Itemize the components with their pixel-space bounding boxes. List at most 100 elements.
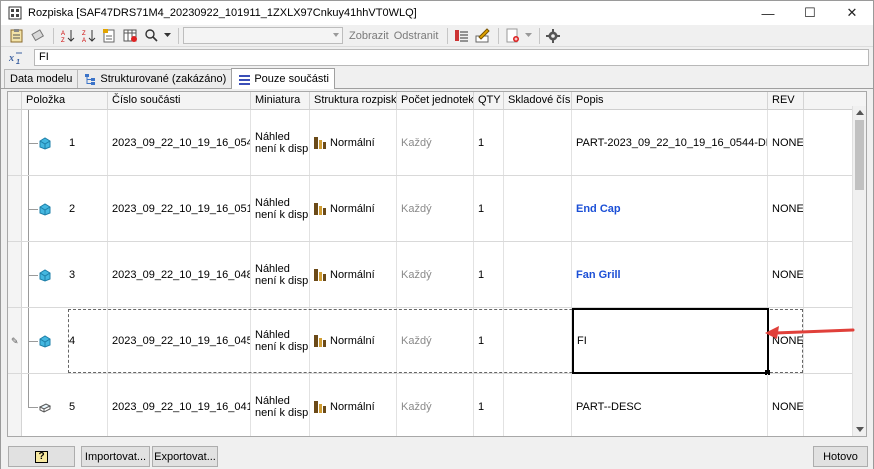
clipboard-icon[interactable]	[7, 27, 25, 45]
close-button[interactable]: ✕	[831, 1, 873, 25]
column-header-description[interactable]: Popis	[572, 92, 768, 110]
export-button[interactable]: Exportovat...	[152, 446, 218, 467]
column-header-revision[interactable]: REV	[768, 92, 804, 110]
list-icon[interactable]	[452, 27, 470, 45]
cell-revision[interactable]: NONE	[768, 242, 804, 307]
cell-stock-number[interactable]	[504, 110, 572, 175]
cell-part-number[interactable]: 2023_09_22_10_19_16_0513	[108, 176, 251, 241]
import-button[interactable]: Importovat...	[81, 446, 150, 467]
cell-bom-structure[interactable]: Normální	[310, 110, 397, 175]
minimize-button[interactable]: —	[747, 1, 789, 25]
cell-unit-qty[interactable]: Každý	[397, 110, 474, 175]
structure-value: Normální	[330, 400, 375, 413]
unit-value: Každý	[401, 202, 432, 215]
chevron-down-icon[interactable]	[524, 27, 532, 45]
column-header-thumbnail[interactable]: Miniatura	[251, 92, 310, 110]
eraser-icon[interactable]	[28, 27, 46, 45]
toolbar-separator	[498, 27, 500, 44]
cell-thumbnail[interactable]: Náhlednení k disp...	[251, 374, 310, 436]
cell-bom-structure[interactable]: Normální	[310, 242, 397, 307]
table-row[interactable]: 1 2023_09_22_10_19_16_0544 Náhled není k di…	[8, 110, 853, 176]
scroll-up-icon[interactable]	[856, 110, 864, 115]
table-export-icon[interactable]	[121, 27, 139, 45]
formula-input[interactable]: FI	[34, 49, 869, 66]
cell-stock-number[interactable]	[504, 374, 572, 436]
vertical-scrollbar[interactable]	[852, 106, 866, 436]
cell-item[interactable]: 2	[22, 176, 108, 241]
cell-revision[interactable]: NONE	[768, 176, 804, 241]
cell-qty[interactable]: 1	[474, 110, 504, 175]
edit-properties-icon[interactable]	[473, 27, 491, 45]
column-header-part-number[interactable]: Číslo součásti	[108, 92, 251, 110]
remove-button[interactable]: Odstranit	[394, 30, 439, 42]
column-header-stock-number[interactable]: Skladové číslo	[504, 92, 572, 110]
tab-label: Data modelu	[10, 73, 73, 85]
thumbnail-line-2: není k disp...	[255, 208, 309, 221]
revision-value: NONE	[772, 400, 804, 413]
cell-thumbnail[interactable]: Náhlednení k disp...	[251, 176, 310, 241]
row-selector[interactable]	[8, 110, 22, 175]
tree-connector	[28, 143, 38, 144]
description-edit-cell[interactable]: FI	[572, 308, 770, 375]
scroll-down-icon[interactable]	[856, 427, 864, 432]
bom-window: Rozpiska [SAF47DRS71M4_20230922_101911_1…	[0, 0, 874, 469]
row-selector[interactable]: ✎	[8, 308, 22, 373]
table-row[interactable]: 3 2023_09_22_10_19_16_0482 Náhled není k di…	[8, 242, 853, 308]
gear-icon[interactable]	[544, 27, 562, 45]
column-header-item[interactable]: Položka	[22, 92, 108, 110]
cell-qty[interactable]: 1	[474, 374, 504, 436]
cell-thumbnail[interactable]: Náhlednení k disp...	[251, 110, 310, 175]
column-header-bom-structure[interactable]: Struktura rozpisky	[310, 92, 397, 110]
cell-bom-structure[interactable]: Normální	[310, 374, 397, 436]
cell-revision[interactable]: NONE	[768, 110, 804, 175]
column-header-qty[interactable]: QTY	[474, 92, 504, 110]
cell-stock-number[interactable]	[504, 176, 572, 241]
cell-revision[interactable]: NONE	[768, 374, 804, 436]
renumber-icon[interactable]	[100, 27, 118, 45]
scrollbar-thumb[interactable]	[855, 120, 864, 190]
tab-model-data[interactable]: Data modelu	[4, 69, 79, 88]
cell-description[interactable]: Fan Grill	[572, 242, 768, 307]
done-button[interactable]: Hotovo	[813, 446, 868, 467]
row-selector[interactable]	[8, 374, 22, 436]
view-filter-combo[interactable]	[183, 27, 343, 44]
cell-filler	[804, 374, 854, 436]
tab-parts-only[interactable]: Pouze součásti	[231, 68, 335, 89]
cell-part-number[interactable]: 2023_09_22_10_19_16_0419	[108, 374, 251, 436]
row-selector[interactable]	[8, 242, 22, 307]
item-number: 3	[69, 269, 76, 281]
table-row[interactable]: 2 2023_09_22_10_19_16_0513 Náhled není k di…	[8, 176, 853, 242]
cell-description[interactable]: PART-2023_09_22_10_19_16_0544-DESC	[572, 110, 768, 175]
cell-unit-qty[interactable]: Každý	[397, 242, 474, 307]
column-header-unit-qty[interactable]: Počet jednotek	[397, 92, 474, 110]
cell-qty[interactable]: 1	[474, 176, 504, 241]
cell-item[interactable]: 5	[22, 374, 108, 436]
cell-bom-structure[interactable]: Normální	[310, 176, 397, 241]
add-item-icon[interactable]	[503, 27, 521, 45]
sort-ascending-icon[interactable]: AZ	[58, 27, 76, 45]
edit-pencil-icon: ✎	[11, 336, 19, 346]
find-icon[interactable]	[142, 27, 160, 45]
cell-item[interactable]: 3	[22, 242, 108, 307]
structure-value: Normální	[330, 136, 375, 149]
cell-stock-number[interactable]	[504, 242, 572, 307]
show-button[interactable]: Zobrazit	[349, 30, 389, 42]
help-button[interactable]: ?	[8, 446, 75, 467]
table-row[interactable]: 5 2023_09_22_10_19_16_0419 Náhled není k di…	[8, 374, 854, 436]
maximize-button[interactable]: ☐	[789, 1, 831, 25]
cell-description[interactable]: PART--DESC	[572, 374, 768, 436]
cell-qty[interactable]: 1	[474, 242, 504, 307]
chevron-down-icon[interactable]	[163, 27, 171, 45]
cell-description[interactable]: End Cap	[572, 176, 768, 241]
cell-part-number[interactable]: 2023_09_22_10_19_16_0482	[108, 242, 251, 307]
cell-thumbnail[interactable]: Náhlednení k disp...	[251, 242, 310, 307]
tab-structured[interactable]: Strukturované (zakázáno)	[77, 69, 233, 88]
row-selector[interactable]	[8, 176, 22, 241]
tree-connector	[28, 275, 38, 276]
cell-unit-qty[interactable]: Každý	[397, 374, 474, 436]
cell-unit-qty[interactable]: Každý	[397, 176, 474, 241]
part-number: 2023_09_22_10_19_16_0513	[112, 202, 251, 215]
cell-part-number[interactable]: 2023_09_22_10_19_16_0544	[108, 110, 251, 175]
sort-descending-icon[interactable]: ZA	[79, 27, 97, 45]
cell-item[interactable]: 1	[22, 110, 108, 175]
